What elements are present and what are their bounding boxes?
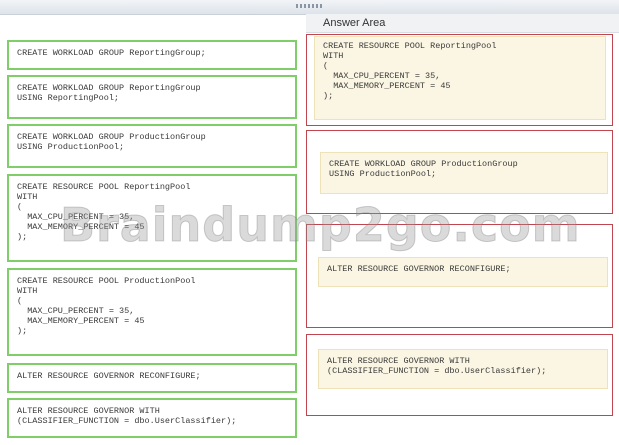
resize-grip-icon[interactable] (296, 4, 322, 8)
answer-area-title: Answer Area (323, 17, 386, 29)
source-item-code: ALTER RESOURCE GOVERNOR RECONFIGURE; (17, 371, 201, 381)
source-item-code: CREATE RESOURCE POOL ReportingPool WITH … (17, 182, 191, 242)
source-item-create-reporting-group-using-pool[interactable]: CREATE WORKLOAD GROUP ReportingGroup USI… (7, 75, 297, 119)
source-item-create-reporting-pool[interactable]: CREATE RESOURCE POOL ReportingPool WITH … (7, 174, 297, 262)
source-item-create-reporting-group[interactable]: CREATE WORKLOAD GROUP ReportingGroup; (7, 40, 297, 70)
source-item-code: CREATE WORKLOAD GROUP ReportingGroup; (17, 48, 206, 58)
answer-item-code: CREATE RESOURCE POOL ReportingPool WITH … (323, 41, 497, 101)
answer-item-create-reporting-pool[interactable]: CREATE RESOURCE POOL ReportingPool WITH … (314, 36, 606, 120)
source-item-code: CREATE RESOURCE POOL ProductionPool WITH… (17, 276, 196, 336)
source-item-code: ALTER RESOURCE GOVERNOR WITH (CLASSIFIER… (17, 406, 237, 426)
answer-item-alter-governor-reconfigure[interactable]: ALTER RESOURCE GOVERNOR RECONFIGURE; (318, 257, 608, 287)
answer-item-alter-governor-classifier[interactable]: ALTER RESOURCE GOVERNOR WITH (CLASSIFIER… (318, 349, 608, 389)
source-item-alter-governor-classifier[interactable]: ALTER RESOURCE GOVERNOR WITH (CLASSIFIER… (7, 398, 297, 438)
source-item-create-production-group[interactable]: CREATE WORKLOAD GROUP ProductionGroup US… (7, 124, 297, 168)
source-item-create-production-pool[interactable]: CREATE RESOURCE POOL ProductionPool WITH… (7, 268, 297, 356)
answer-item-code: ALTER RESOURCE GOVERNOR WITH (CLASSIFIER… (327, 356, 547, 376)
answer-item-create-production-group[interactable]: CREATE WORKLOAD GROUP ProductionGroup US… (320, 152, 608, 194)
source-item-alter-governor-reconfigure[interactable]: ALTER RESOURCE GOVERNOR RECONFIGURE; (7, 363, 297, 393)
title-bar (0, 0, 619, 15)
source-item-code: CREATE WORKLOAD GROUP ProductionGroup US… (17, 132, 206, 152)
answer-item-code: ALTER RESOURCE GOVERNOR RECONFIGURE; (327, 264, 511, 274)
source-item-code: CREATE WORKLOAD GROUP ReportingGroup USI… (17, 83, 201, 103)
answer-area-header: Answer Area (306, 14, 619, 33)
answer-item-code: CREATE WORKLOAD GROUP ProductionGroup US… (329, 159, 518, 179)
